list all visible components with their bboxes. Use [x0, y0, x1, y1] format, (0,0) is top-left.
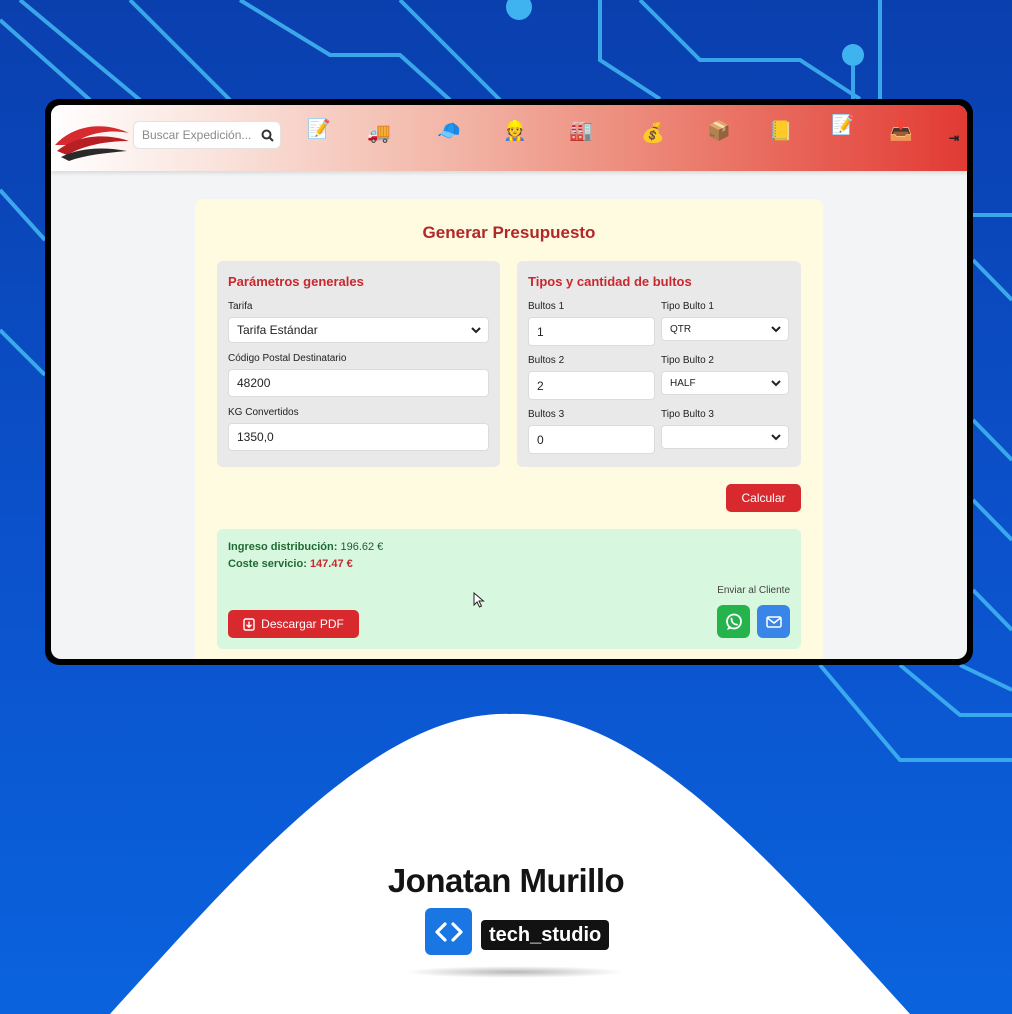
coste-label: Coste servicio: [228, 558, 307, 570]
brand-name: Jonatan Murillo [387, 862, 625, 899]
coste-value: 147.47 € [309, 558, 353, 570]
tipo-bulto-1-select[interactable]: QTR [661, 317, 789, 341]
bultos-3-input[interactable]: 0 [528, 425, 655, 454]
document-icon[interactable]: 📝 [831, 115, 855, 137]
bultos-3-label: Bultos 3 [528, 409, 565, 420]
bultos-1-label: Bultos 1 [528, 301, 565, 312]
logout-icon[interactable]: ⇥ [949, 131, 959, 145]
mouse-cursor-icon [473, 592, 485, 608]
cp-input[interactable]: 48200 [228, 369, 489, 397]
truck-icon[interactable]: 🚚 [367, 123, 391, 145]
ingreso-value: 196.62 € [340, 541, 384, 553]
inbox-icon[interactable]: 📥 [889, 121, 913, 143]
tipo-bulto-2-select[interactable]: HALF [661, 371, 789, 395]
tarifa-value: Tarifa Estándar [237, 323, 318, 337]
calculate-button[interactable]: Calcular [726, 484, 801, 512]
page-title: Generar Presupuesto [422, 223, 596, 242]
general-params-title: Parámetros generales [228, 274, 364, 289]
search-input[interactable] [140, 127, 262, 143]
ingreso-line: Ingreso distribución: 196.62 € [228, 541, 383, 553]
result-box: Ingreso distribución: 196.62 € Coste ser… [217, 529, 801, 649]
tipo-bulto-1-value: QTR [670, 323, 692, 335]
bultos-2-label: Bultos 2 [528, 355, 565, 366]
code-brackets-icon [425, 908, 472, 955]
tarifa-select[interactable]: Tarifa Estándar [228, 317, 489, 343]
bultos-2-value: 2 [537, 378, 544, 393]
bultos-panel: Tipos y cantidad de bultos Bultos 1 1 Ti… [517, 261, 801, 467]
folder-icon[interactable]: 📒 [769, 121, 793, 143]
tipo-bulto-3-select[interactable] [661, 425, 789, 449]
bultos-title: Tipos y cantidad de bultos [528, 274, 692, 289]
chevron-down-icon [771, 434, 781, 441]
search-icon[interactable] [261, 129, 274, 142]
kg-label: KG Convertidos [228, 407, 299, 418]
email-button[interactable] [757, 605, 790, 638]
brand-shadow [403, 966, 625, 978]
general-params-panel: Parámetros generales Tarifa Tarifa Están… [217, 261, 500, 467]
tipo-bulto-3-label: Tipo Bulto 3 [661, 409, 714, 420]
coste-line: Coste servicio: 147.47 € [228, 558, 353, 570]
cp-value: 48200 [237, 376, 271, 390]
workers-icon[interactable]: 👷 [503, 121, 527, 143]
send-to-client-label: Enviar al Cliente [717, 585, 790, 596]
file-download-icon [243, 617, 255, 631]
bultos-2-input[interactable]: 2 [528, 371, 655, 400]
main-content: Generar Presupuesto Parámetros generales… [51, 171, 967, 659]
bultos-1-value: 1 [537, 324, 544, 339]
brand-tag: tech_studio [481, 920, 610, 950]
kg-input[interactable]: 1350,0 [228, 423, 489, 451]
package-icon[interactable]: 📦 [707, 121, 731, 143]
top-navbar: 📝 🚚 🧢 👷 🏭 💰 📦 📒 📝 📥 ⇥ [51, 105, 967, 171]
laptop-frame: 📝 🚚 🧢 👷 🏭 💰 📦 📒 📝 📥 ⇥ Generar Presupuest… [45, 99, 973, 665]
company-logo[interactable] [53, 117, 131, 161]
chevron-down-icon [771, 326, 781, 333]
whatsapp-icon [725, 613, 742, 630]
cap-icon[interactable]: 🧢 [437, 121, 461, 143]
factory-icon[interactable]: 🏭 [569, 121, 593, 143]
tarifa-label: Tarifa [228, 301, 253, 312]
budget-card: Generar Presupuesto Parámetros generales… [195, 199, 823, 659]
download-pdf-label: Descargar PDF [261, 617, 344, 631]
whatsapp-button[interactable] [717, 605, 750, 638]
tipo-bulto-2-label: Tipo Bulto 2 [661, 355, 714, 366]
app-screen: 📝 🚚 🧢 👷 🏭 💰 📦 📒 📝 📥 ⇥ Generar Presupuest… [51, 105, 967, 659]
chevron-down-icon [471, 327, 481, 334]
bultos-3-value: 0 [537, 432, 544, 447]
edit-icon[interactable]: 📝 [307, 119, 331, 141]
mail-icon [765, 615, 782, 628]
money-bag-icon[interactable]: 💰 [641, 123, 665, 145]
cp-label: Código Postal Destinatario [228, 353, 347, 364]
ingreso-label: Ingreso distribución: [228, 541, 338, 553]
search-box[interactable] [133, 121, 281, 149]
download-pdf-button[interactable]: Descargar PDF [228, 610, 359, 638]
kg-value: 1350,0 [237, 430, 274, 444]
bultos-1-input[interactable]: 1 [528, 317, 655, 346]
chevron-down-icon [771, 380, 781, 387]
tipo-bulto-1-label: Tipo Bulto 1 [661, 301, 714, 312]
tipo-bulto-2-value: HALF [670, 377, 696, 389]
